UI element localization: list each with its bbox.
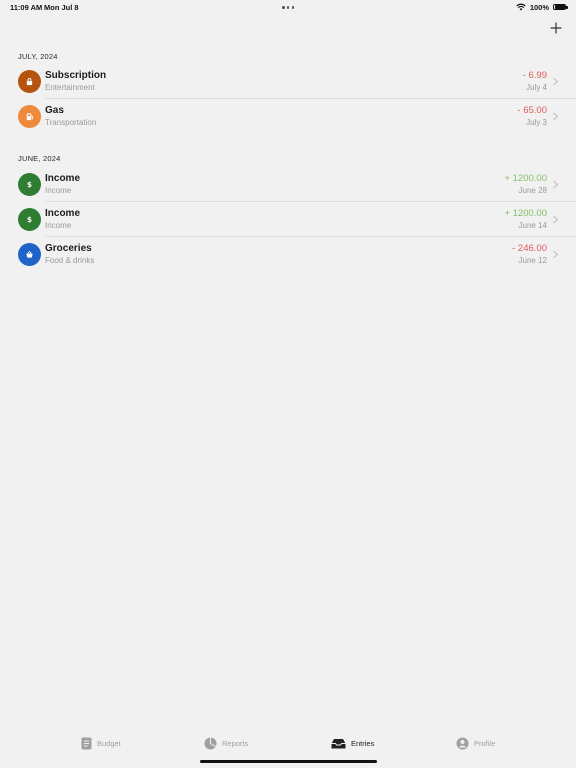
tab-bar: Budget Reports Entries Profile — [0, 728, 576, 768]
battery-icon — [553, 3, 568, 11]
entry-category: Entertainment — [45, 83, 95, 92]
multitasking-dots-icon[interactable] — [282, 6, 294, 9]
entries-screen: 11:09 AM Mon Jul 8 100% JULY, 2024 Subsc… — [0, 0, 576, 768]
entry-amount: + 1200.00 — [504, 173, 547, 184]
entry-amount: - 6.99 — [522, 70, 547, 81]
entry-date: July 3 — [526, 118, 547, 127]
tab-reports[interactable]: Reports — [204, 736, 248, 750]
entry-amount: - 246.00 — [512, 243, 547, 254]
entry-date: June 12 — [518, 256, 547, 265]
svg-text:$: $ — [27, 215, 32, 224]
battery-percentage: 100% — [529, 2, 549, 12]
entry-row[interactable]: Groceries Food & drinks - 246.00 June 12 — [0, 237, 576, 272]
entry-category: Income — [45, 221, 72, 230]
entry-category: Food & drinks — [45, 256, 95, 265]
entry-category-badge — [18, 243, 41, 266]
entry-category-badge: $ — [18, 208, 41, 231]
chevron-right-icon — [553, 77, 559, 86]
status-date: Mon Jul 8 — [44, 3, 79, 12]
tray-icon — [331, 738, 346, 748]
svg-text:$: $ — [27, 180, 32, 189]
chevron-right-icon — [553, 215, 559, 224]
section-header-june: JUNE, 2024 — [18, 154, 61, 163]
pie-chart-icon — [204, 737, 217, 749]
entry-amount: + 1200.00 — [504, 208, 547, 219]
plus-icon — [550, 22, 562, 34]
tab-budget[interactable]: Budget — [81, 736, 121, 750]
dollar-icon: $ — [27, 180, 32, 189]
entry-date: June 14 — [518, 221, 547, 230]
status-bar: 11:09 AM Mon Jul 8 100% — [0, 0, 576, 14]
entry-date: June 28 — [518, 186, 547, 195]
person-icon — [456, 737, 469, 749]
section-header-july: JULY, 2024 — [18, 52, 58, 61]
chevron-right-icon — [553, 180, 559, 189]
entry-category-badge — [18, 70, 41, 93]
chevron-right-icon — [553, 112, 559, 121]
entry-category-badge — [18, 105, 41, 128]
entry-category-badge: $ — [18, 173, 41, 196]
basket-icon — [26, 250, 33, 258]
tab-label: Profile — [474, 738, 496, 748]
tab-profile[interactable]: Profile — [456, 736, 495, 750]
chevron-right-icon — [553, 250, 559, 259]
status-indicators: 100% — [516, 2, 568, 12]
entry-date: July 4 — [526, 83, 547, 92]
entry-title: Income — [45, 173, 81, 184]
tab-label: Reports — [222, 738, 249, 748]
dollar-icon: $ — [27, 215, 32, 224]
entry-row[interactable]: $ Income Income + 1200.00 June 28 — [0, 167, 576, 202]
entry-row[interactable]: Subscription Entertainment - 6.99 July 4 — [0, 64, 576, 99]
status-time: 11:09 AM — [10, 3, 43, 12]
tab-label: Entries — [351, 738, 375, 748]
home-indicator[interactable] — [200, 759, 377, 763]
wifi-icon — [516, 3, 526, 11]
document-icon — [81, 737, 92, 749]
fuel-icon — [26, 113, 33, 121]
entry-category: Income — [45, 186, 72, 195]
entry-amount: - 65.00 — [517, 105, 547, 116]
entry-row[interactable]: $ Income Income + 1200.00 June 14 — [0, 202, 576, 237]
add-entry-button[interactable] — [548, 20, 564, 36]
entry-row[interactable]: Gas Transportation - 65.00 July 3 — [0, 99, 576, 134]
tab-label: Budget — [97, 738, 121, 748]
entry-title: Subscription — [45, 70, 107, 81]
entry-title: Groceries — [45, 243, 92, 254]
lock-icon — [26, 78, 33, 86]
entry-title: Income — [45, 208, 81, 219]
tab-entries[interactable]: Entries — [331, 736, 374, 750]
entry-title: Gas — [45, 105, 64, 116]
entry-category: Transportation — [45, 118, 97, 127]
